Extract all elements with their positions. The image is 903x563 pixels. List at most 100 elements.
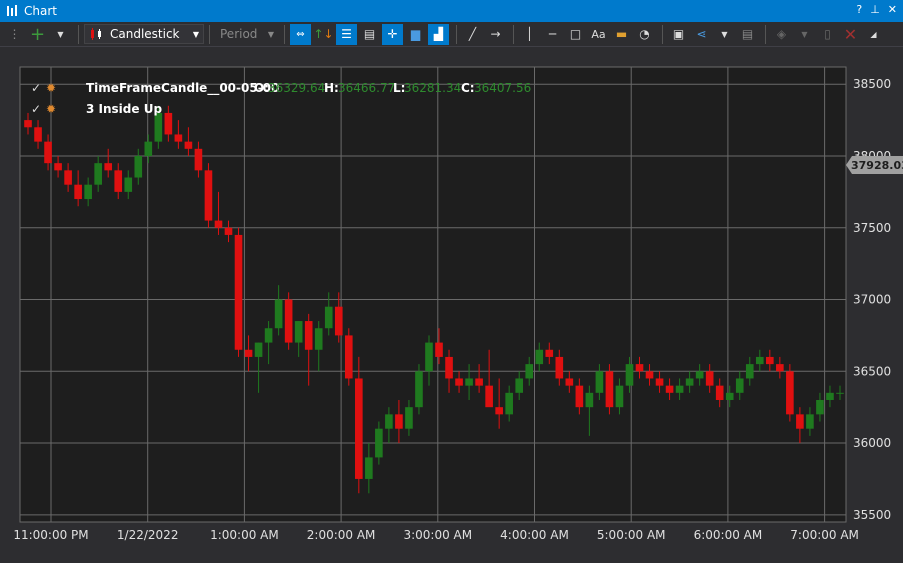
candle-body — [324, 306, 333, 329]
comment-icon[interactable]: ▆ — [405, 24, 426, 45]
rectangle-tool-icon[interactable]: □ — [565, 24, 586, 45]
candle-body — [455, 378, 463, 386]
arrow-tool-icon[interactable]: → — [485, 24, 506, 45]
pin-icon[interactable]: ⊥ — [870, 3, 880, 16]
x-tick-label: 1/22/2022 — [117, 528, 179, 542]
candle — [234, 227, 243, 357]
period-select[interactable]: Period ▼ — [215, 24, 279, 44]
candle-body — [645, 371, 654, 379]
candle-body — [555, 356, 564, 379]
candle-body — [836, 392, 844, 394]
candle — [786, 364, 794, 422]
price-marker: 37928.03 — [846, 156, 903, 174]
candle-body — [465, 378, 473, 386]
candle-body — [134, 155, 143, 178]
tag-icon[interactable]: ◈ — [771, 24, 792, 45]
candle-body — [515, 378, 524, 393]
file-icon[interactable]: ▯ — [817, 24, 838, 45]
add-dropdown-icon[interactable]: ▼ — [50, 24, 71, 45]
candle-body — [164, 112, 173, 135]
candle-body — [816, 399, 824, 415]
document-icon[interactable]: ▤ — [359, 24, 380, 45]
candle-body — [84, 184, 92, 200]
x-tick-label: 4:00:00 AM — [500, 528, 569, 542]
line-tool-icon[interactable]: ╱ — [462, 24, 483, 45]
candle-body — [395, 414, 403, 429]
ruler-icon[interactable]: ▬ — [611, 24, 632, 45]
candle-body — [154, 112, 163, 142]
indicator-name: 3 Inside Up — [86, 102, 162, 116]
legend-row-candles[interactable]: ✓ ✹ TimeFrameCandle__00-05-00 O: 36329.6… — [31, 81, 531, 96]
price-marker-label: 37928.03 — [851, 159, 903, 172]
candle-body — [786, 371, 794, 415]
gear-icon[interactable]: ✹ — [46, 81, 56, 95]
candle-body — [54, 163, 62, 171]
drag-handle-icon[interactable]: ⋮ — [4, 24, 25, 45]
candle-body — [605, 371, 614, 408]
x-tick-label: 5:00:00 AM — [597, 528, 666, 542]
candle-body — [194, 148, 203, 171]
vertical-line-icon[interactable]: │ — [519, 24, 540, 45]
chart-type-label: Candlestick — [110, 27, 180, 41]
close-icon[interactable]: ✕ — [888, 3, 897, 16]
candle-body — [114, 170, 123, 192]
candle-body — [184, 141, 193, 149]
high-value: 36466.77 — [338, 81, 395, 95]
candle-body — [34, 127, 42, 142]
candle-body — [755, 356, 764, 365]
chart-area-icon[interactable]: ▟ — [428, 23, 449, 45]
checkbox-icon[interactable]: ✓ — [31, 81, 41, 95]
candle-body — [204, 170, 213, 221]
candle-body — [334, 306, 343, 336]
candle-body — [144, 141, 153, 156]
candle-body — [766, 356, 774, 365]
high-label: H: — [324, 81, 339, 95]
autoscroll-icon[interactable]: ⇔ — [290, 23, 311, 45]
candle-body — [545, 349, 554, 357]
candle-body — [64, 170, 72, 185]
legend-row-indicator[interactable]: ✓ ✹ 3 Inside Up — [31, 102, 162, 116]
share-dropdown-icon[interactable]: ▼ — [714, 24, 735, 45]
delete-icon[interactable]: ✕ — [840, 24, 861, 45]
x-tick-label: 1:00:00 AM — [210, 528, 279, 542]
chart-panel: 38500 38000 37500 37000 36500 36000 35500 11:0… — [0, 47, 903, 560]
add-icon[interactable]: + — [27, 24, 48, 45]
share-icon[interactable]: ⋖ — [691, 24, 712, 45]
checkbox-icon[interactable]: ✓ — [31, 102, 41, 116]
candle — [344, 328, 353, 386]
candle-body — [74, 184, 82, 200]
candle-body — [665, 385, 674, 393]
help-icon[interactable]: ? — [856, 3, 862, 16]
candlestick-chart[interactable]: 38500380003750037000365003600035500 11:0… — [0, 47, 903, 560]
gear-icon[interactable]: ✹ — [46, 102, 56, 116]
candle-body — [505, 392, 513, 415]
candle-body — [625, 364, 634, 386]
y-tick-label: 37500 — [853, 221, 891, 235]
separator — [456, 24, 457, 44]
candle-body — [535, 349, 544, 365]
tag-dropdown-icon[interactable]: ▼ — [794, 24, 815, 45]
candle-body — [254, 342, 263, 357]
text-tool-icon[interactable]: Aa — [588, 24, 609, 45]
candle-body — [495, 407, 503, 415]
list-icon[interactable]: ☰ — [336, 23, 357, 45]
gauge-icon[interactable]: ◔ — [634, 24, 655, 45]
period-placeholder: Period — [220, 27, 258, 41]
candle-body — [284, 299, 293, 343]
candle-body — [725, 392, 734, 400]
separator — [662, 24, 663, 44]
save-icon[interactable]: ▣ — [668, 24, 689, 45]
candle-body — [675, 385, 684, 393]
chart-type-select[interactable]: Candlestick ▼ — [84, 24, 204, 44]
chevron-down-icon: ▼ — [267, 29, 274, 39]
candle-body — [565, 378, 574, 386]
resize-corner-icon[interactable]: ◢ — [863, 24, 884, 45]
plot-area[interactable] — [19, 66, 847, 523]
candle-body — [174, 134, 183, 142]
candle-body — [585, 392, 594, 408]
horizontal-line-icon[interactable]: ─ — [542, 24, 563, 45]
notes-icon[interactable]: ▤ — [737, 24, 758, 45]
up-down-arrows-icon[interactable]: ↑ ↓ — [313, 24, 334, 45]
candle-body — [475, 378, 483, 386]
crosshair-icon[interactable]: ✛ — [382, 23, 403, 45]
